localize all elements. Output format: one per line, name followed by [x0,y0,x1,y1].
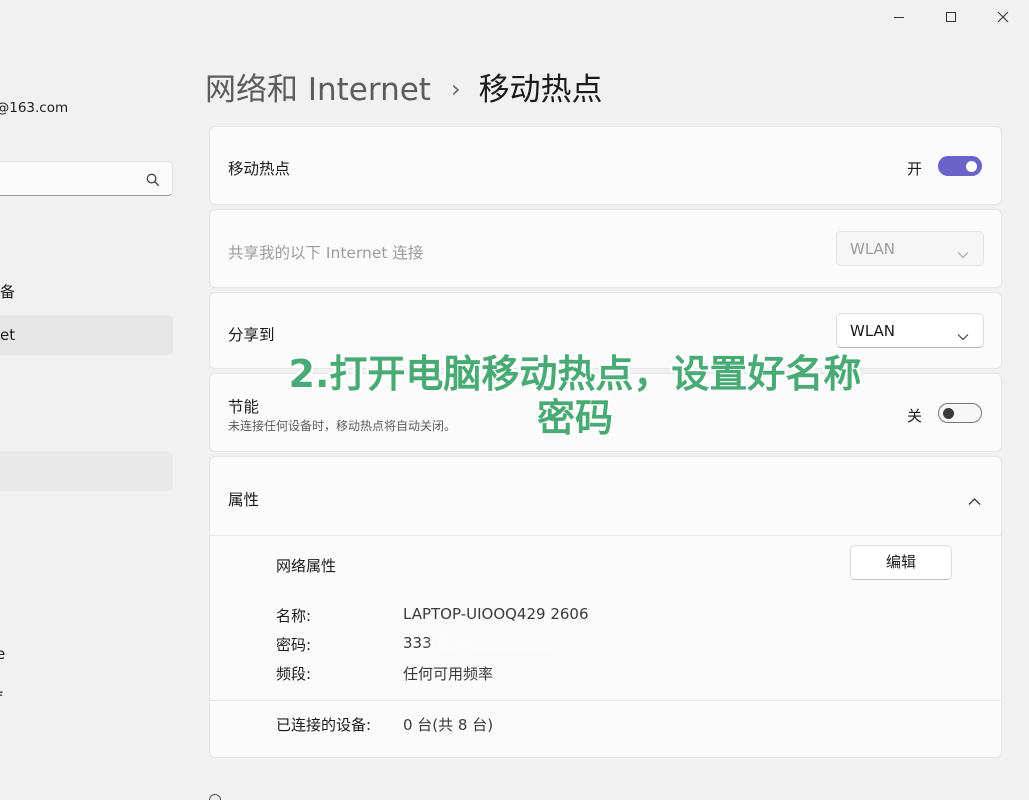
sidebar-item-label: et [0,326,16,344]
name-label: 名称: [276,607,312,625]
hotspot-label: 移动热点 [228,160,291,178]
network-properties-label: 网络属性 [276,557,337,575]
minimize-button[interactable] [879,6,919,28]
sidebar-item-devices[interactable]: 备 [0,281,15,302]
band-label: 频段: [276,665,312,683]
sidebar-item-privacy[interactable]: e [0,645,5,663]
hotspot-state-text: 开 [907,160,923,178]
breadcrumb-parent[interactable]: 网络和 Internet [205,72,431,108]
chevron-down-icon [957,244,969,263]
chevron-down-icon [957,326,969,345]
share-from-label: 共享我的以下 Internet 连接 [228,244,424,262]
page-title: 移动热点 [478,72,603,108]
chevron-up-icon [968,491,981,510]
account-email: l@163.com [0,100,69,116]
password-value: 333 [403,634,432,652]
properties-card: 属性 网络属性 编辑 名称: LAPTOP-UIOOQ429 2606 密码: … [209,456,1002,758]
share-from-dropdown: WLAN [836,231,984,266]
share-from-card: 共享我的以下 Internet 连接 WLAN [209,209,1002,288]
next-section-fragment [209,794,239,800]
close-button[interactable] [983,6,1023,28]
toggle-knob [966,161,977,172]
password-redaction [431,631,561,653]
search-input[interactable] [0,161,173,196]
hotspot-card: 移动热点 开 [209,126,1002,205]
properties-label: 属性 [228,491,260,509]
sidebar-item-network-internet[interactable]: et [0,315,173,355]
share-from-value: WLAN [850,240,896,258]
properties-header[interactable]: 属性 [210,457,1001,535]
password-label: 密码: [276,636,312,654]
power-saving-toggle[interactable] [938,403,982,423]
tutorial-caption: 2.打开电脑移动热点，设置好名称 密码 [250,352,900,440]
minimize-icon [894,17,904,18]
sidebar-item-update[interactable]: f [0,689,2,707]
share-to-label: 分享到 [228,326,275,344]
share-to-dropdown[interactable]: WLAN [836,313,984,348]
caption-line-1: 2.打开电脑移动热点，设置好名称 [288,352,862,396]
band-value: 任何可用频率 [403,665,494,683]
toggle-knob [943,407,954,419]
share-to-value: WLAN [850,322,896,340]
connected-devices-value: 0 台(共 8 台) [403,716,494,734]
maximize-button[interactable] [931,6,971,28]
sidebar-item-selected[interactable] [0,451,173,491]
close-icon [997,11,1009,23]
breadcrumb: 网络和 Internet › 移动热点 [205,64,603,109]
caption-line-2: 密码 [536,396,613,440]
breadcrumb-separator-icon: › [450,75,461,103]
maximize-icon [946,12,956,22]
divider [210,700,1001,701]
connected-devices-label: 已连接的设备: [276,716,372,734]
search-icon [146,172,160,191]
divider [210,535,1001,536]
power-saving-state-text: 关 [907,407,923,425]
edit-button[interactable]: 编辑 [850,545,952,580]
name-value: LAPTOP-UIOOQ429 2606 [403,605,589,623]
hotspot-toggle[interactable] [938,156,982,176]
